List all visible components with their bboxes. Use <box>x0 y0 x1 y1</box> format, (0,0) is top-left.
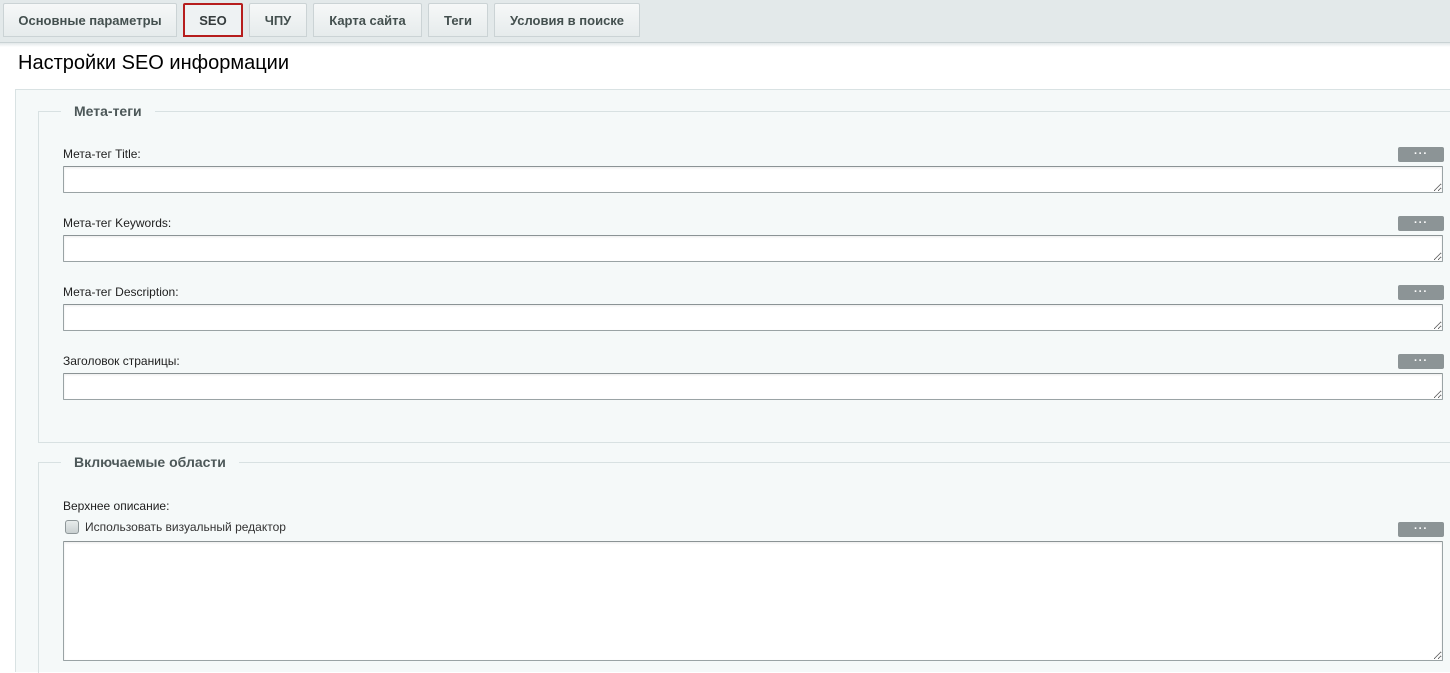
meta-description-more-button[interactable]: ··· <box>1398 285 1444 300</box>
meta-title-more-button[interactable]: ··· <box>1398 147 1444 162</box>
top-description-more-button[interactable]: ··· <box>1398 522 1444 537</box>
tab-chpu[interactable]: ЧПУ <box>249 3 307 37</box>
tab-sitemap[interactable]: Карта сайта <box>313 3 422 37</box>
tab-tags[interactable]: Теги <box>428 3 488 37</box>
visual-editor-checkbox[interactable] <box>65 520 79 534</box>
top-description-label: Верхнее описание: <box>63 499 170 513</box>
include-areas-group: Включаемые области Верхнее описание: Исп… <box>38 452 1450 673</box>
tab-main-params[interactable]: Основные параметры <box>3 3 177 37</box>
meta-keywords-input[interactable] <box>63 235 1443 262</box>
meta-title-label: Мета-тег Title: <box>63 147 141 161</box>
visual-editor-label: Использовать визуальный редактор <box>85 520 286 534</box>
visual-editor-row[interactable]: Использовать визуальный редактор <box>65 520 286 534</box>
page-heading-label: Заголовок страницы: <box>63 354 180 368</box>
tab-search-conditions[interactable]: Условия в поиске <box>494 3 640 37</box>
include-areas-legend: Включаемые области <box>61 452 239 472</box>
meta-description-input[interactable] <box>63 304 1443 331</box>
top-description-textarea[interactable] <box>63 541 1443 661</box>
meta-keywords-more-button[interactable]: ··· <box>1398 216 1444 231</box>
meta-keywords-label: Мета-тег Keywords: <box>63 216 172 230</box>
settings-panel: Мета-теги Мета-тег Title: ··· Мета-тег K… <box>15 89 1450 673</box>
tab-bar-shadow <box>0 43 1450 47</box>
page-heading-more-button[interactable]: ··· <box>1398 354 1444 369</box>
tab-seo[interactable]: SEO <box>183 3 243 37</box>
meta-tags-legend: Мета-теги <box>61 101 155 121</box>
meta-tags-group: Мета-теги Мета-тег Title: ··· Мета-тег K… <box>38 101 1450 443</box>
meta-description-label: Мета-тег Description: <box>63 285 179 299</box>
page-title: Настройки SEO информации <box>18 52 290 74</box>
tab-bar: Основные параметры SEO ЧПУ Карта сайта Т… <box>0 0 1450 43</box>
meta-title-input[interactable] <box>63 166 1443 193</box>
page-heading-input[interactable] <box>63 373 1443 400</box>
